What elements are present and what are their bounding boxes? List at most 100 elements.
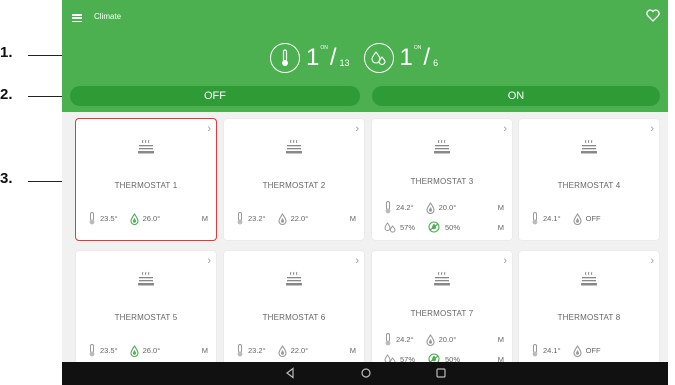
thermostat-card[interactable]: › THERMOSTAT 6 23.2° 22.0° M [224, 251, 364, 373]
android-navbar [62, 362, 668, 385]
temperature-row: 24.1° OFF [531, 344, 651, 357]
mode-indicator: M [349, 214, 356, 223]
recents-square-icon[interactable] [435, 367, 447, 379]
heater-icon [580, 271, 598, 292]
heater-icon [580, 139, 598, 160]
callout-1: 1. [0, 44, 13, 61]
humidity-setpoint-icon [427, 221, 441, 233]
thermostat-name: THERMOSTAT 5 [114, 313, 178, 322]
temperature-row: 23.2° 22.0° M [236, 344, 356, 357]
thermostat-card[interactable]: › THERMOSTAT 5 23.5° 26.0° M [76, 251, 216, 373]
heating-on-label: ON [320, 45, 328, 51]
current-temperature: 23.2° [248, 214, 266, 223]
setpoint-temperature: 26.0° [142, 346, 161, 355]
chevron-right-icon[interactable]: › [650, 255, 654, 267]
back-triangle-icon[interactable] [285, 367, 295, 379]
thermostat-name: THERMOSTAT 6 [262, 313, 326, 322]
heater-icon [137, 139, 155, 160]
thermostat-card[interactable]: › THERMOSTAT 3 24.2° 20.0° M 57% 50% M [372, 119, 512, 240]
temperature-row: 24.2° 20.0° M [384, 333, 504, 346]
master-toggle-row: OFF ON [70, 86, 660, 106]
humidity-on-label: ON [413, 45, 422, 51]
current-temperature: 23.5° [100, 346, 118, 355]
temperature-row: 24.2° 20.0° M [384, 201, 504, 214]
all-on-button[interactable]: ON [372, 86, 660, 106]
mode-indicator: M [349, 346, 356, 355]
chevron-right-icon[interactable]: › [355, 255, 359, 267]
mode-indicator: M [497, 335, 504, 344]
heating-total: 13 [339, 57, 350, 68]
thermostat-name: THERMOSTAT 8 [557, 313, 621, 322]
stats-summary: 1 ON / 13 1 ON / 6 [270, 42, 438, 74]
flame-drop-icon [130, 344, 139, 357]
temperature-row: 24.1° OFF [531, 212, 651, 225]
humidity-total: 6 [433, 57, 439, 68]
home-circle-icon[interactable] [360, 367, 372, 379]
thermometer-icon [384, 333, 392, 346]
all-off-button[interactable]: OFF [70, 86, 360, 106]
thermostat-name: THERMOSTAT 2 [262, 181, 326, 190]
setpoint-temperature: 22.0° [290, 346, 309, 355]
humidity-mode-indicator: M [497, 222, 504, 232]
thermometer-icon [236, 212, 244, 225]
thermostat-name: THERMOSTAT 3 [410, 177, 474, 186]
mode-indicator: M [201, 214, 208, 223]
current-temperature: 23.5° [100, 214, 118, 223]
thermostat-card[interactable]: › THERMOSTAT 4 24.1° OFF [519, 119, 659, 240]
thermometer-icon [384, 201, 392, 214]
heater-icon [137, 271, 155, 292]
current-humidity: 57% [400, 222, 416, 232]
humidity-slash: / [423, 44, 431, 71]
app-title: Climate [94, 12, 122, 21]
thermostat-card[interactable]: › THERMOSTAT 7 24.2° 20.0° M 57% 50% M [372, 251, 512, 373]
humidity-drops-icon [384, 221, 396, 233]
flame-drop-icon [573, 344, 582, 357]
chevron-right-icon[interactable]: › [503, 255, 507, 267]
thermometer-icon [270, 43, 300, 73]
flame-drop-icon [426, 333, 435, 346]
thermometer-icon [236, 344, 244, 357]
thermostat-card[interactable]: › THERMOSTAT 8 24.1° OFF [519, 251, 659, 373]
thermometer-icon [531, 212, 539, 225]
heater-icon [285, 271, 303, 292]
humidity-on-count: 1 [399, 44, 413, 71]
chevron-right-icon[interactable]: › [207, 255, 211, 267]
heating-on-count: 1 [306, 44, 320, 71]
setpoint-humidity: 50% [445, 222, 461, 232]
setpoint-temperature: OFF [585, 214, 601, 223]
callout-2: 2. [0, 86, 13, 103]
chevron-right-icon[interactable]: › [650, 123, 654, 135]
flame-drop-icon [278, 212, 287, 225]
mode-indicator: M [201, 346, 208, 355]
temperature-row: 23.2° 22.0° M [236, 212, 356, 225]
hamburger-menu-icon[interactable] [72, 14, 82, 23]
current-temperature: 24.2° [396, 203, 414, 212]
chevron-right-icon[interactable]: › [207, 123, 211, 135]
heater-icon [433, 139, 451, 160]
flame-drop-icon [426, 201, 435, 214]
thermometer-icon [88, 344, 96, 357]
setpoint-temperature: 22.0° [290, 214, 309, 223]
setpoint-temperature: 20.0° [438, 203, 457, 212]
mode-indicator: M [497, 203, 504, 212]
heater-icon [285, 139, 303, 160]
current-temperature: 24.2° [396, 335, 414, 344]
thermostat-name: THERMOSTAT 7 [410, 309, 474, 318]
thermostat-card[interactable]: › THERMOSTAT 2 23.2° 22.0° M [224, 119, 364, 240]
heart-outline-icon[interactable] [646, 9, 660, 22]
thermometer-icon [88, 212, 96, 225]
humidity-drops-icon [363, 43, 394, 73]
heater-icon [433, 271, 451, 292]
current-temperature: 24.1° [543, 346, 561, 355]
thermostat-name: THERMOSTAT 4 [557, 181, 621, 190]
climate-app: Climate 1 ON / 13 1 ON / 6 OFF ON › THERM… [62, 0, 668, 385]
thermostat-card[interactable]: › THERMOSTAT 1 23.5° 26.0° M [75, 118, 217, 241]
setpoint-temperature: OFF [585, 346, 601, 355]
heating-slash: / [329, 44, 337, 71]
setpoint-temperature: 20.0° [438, 335, 457, 344]
chevron-right-icon[interactable]: › [355, 123, 359, 135]
app-header: Climate 1 ON / 13 1 ON / 6 OFF ON [62, 0, 668, 112]
chevron-right-icon[interactable]: › [503, 123, 507, 135]
thermometer-icon [531, 344, 539, 357]
current-temperature: 23.2° [248, 346, 266, 355]
